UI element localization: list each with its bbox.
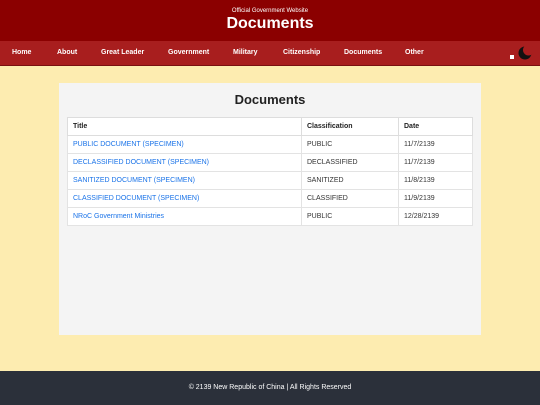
document-classification: SANITIZED	[301, 171, 399, 190]
site-footer: © 2139 New Republic of China | All Right…	[0, 371, 540, 405]
documents-table: Title Classification Date PUBLIC DOCUMEN…	[67, 117, 473, 226]
moon-icon	[510, 44, 534, 60]
table-header-row: Title Classification Date	[67, 117, 473, 136]
column-header-classification: Classification	[301, 117, 399, 136]
footer-copyright: © 2139 New Republic of China | All Right…	[188, 384, 352, 391]
nav-item-citizenship[interactable]: Citizenship	[283, 41, 320, 65]
document-date: 11/7/2139	[398, 153, 473, 172]
document-classification: DECLASSIFIED	[301, 153, 399, 172]
nav-item-government[interactable]: Government	[168, 41, 209, 65]
document-date: 12/28/2139	[398, 207, 473, 226]
table-row: CLASSIFIED DOCUMENT (SPECIMEN) CLASSIFIE…	[67, 189, 473, 208]
document-date: 11/7/2139	[398, 135, 473, 154]
column-header-title: Title	[67, 117, 302, 136]
site-header: Official Government Website Documents	[0, 0, 540, 41]
nav-item-great-leader[interactable]: Great Leader	[101, 41, 144, 65]
documents-panel: Documents Title Classification Date PUBL…	[59, 83, 481, 335]
document-classification: PUBLIC	[301, 207, 399, 226]
table-row: PUBLIC DOCUMENT (SPECIMEN) PUBLIC 11/7/2…	[67, 135, 473, 154]
document-classification: PUBLIC	[301, 135, 399, 154]
document-title-link[interactable]: PUBLIC DOCUMENT (SPECIMEN)	[67, 135, 302, 154]
theme-toggle-button[interactable]	[509, 44, 534, 62]
document-classification: CLASSIFIED	[301, 189, 399, 208]
table-row: SANITIZED DOCUMENT (SPECIMEN) SANITIZED …	[67, 171, 473, 190]
nav-item-about[interactable]: About	[57, 41, 77, 65]
page-title: Documents	[226, 15, 314, 32]
column-header-date: Date	[398, 117, 473, 136]
main-navbar: Home About Great Leader Government Milit…	[0, 41, 540, 66]
nav-item-other[interactable]: Other	[405, 41, 424, 65]
nav-item-home[interactable]: Home	[12, 41, 31, 65]
document-title-link[interactable]: NRoC Government Ministries	[67, 207, 302, 226]
nav-item-military[interactable]: Military	[233, 41, 258, 65]
document-title-link[interactable]: SANITIZED DOCUMENT (SPECIMEN)	[67, 171, 302, 190]
document-title-link[interactable]: CLASSIFIED DOCUMENT (SPECIMEN)	[67, 189, 302, 208]
documents-heading: Documents	[234, 92, 306, 107]
table-row: NRoC Government Ministries PUBLIC 12/28/…	[67, 207, 473, 226]
document-title-link[interactable]: DECLASSIFIED DOCUMENT (SPECIMEN)	[67, 153, 302, 172]
document-date: 11/9/2139	[398, 189, 473, 208]
nav-item-documents[interactable]: Documents	[344, 41, 382, 65]
table-row: DECLASSIFIED DOCUMENT (SPECIMEN) DECLASS…	[67, 153, 473, 172]
document-date: 11/8/2139	[398, 171, 473, 190]
